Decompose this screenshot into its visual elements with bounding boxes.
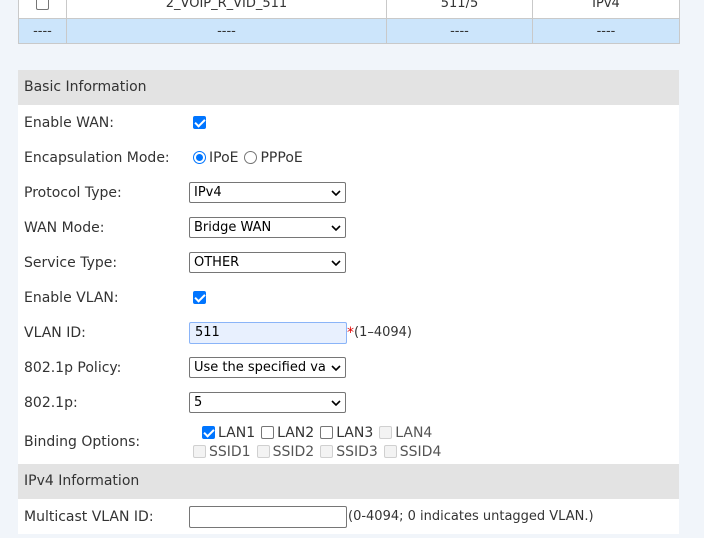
ssid3-label: SSID3	[336, 443, 378, 460]
wan-mode-label: WAN Mode:	[24, 219, 105, 236]
binding-ssid1: SSID1	[193, 444, 251, 460]
enable-wan-row: Enable WAN:	[18, 105, 679, 140]
chevron-down-icon	[327, 218, 345, 237]
binding-lan2[interactable]: LAN2	[261, 425, 314, 441]
table-row[interactable]: 2_VOIP_R_VID_511 511/5 IPv4	[18, 0, 680, 19]
chevron-down-icon	[327, 393, 345, 412]
8021p-row: 802.1p: 5	[18, 385, 679, 420]
wan-mode-row: WAN Mode: Bridge WAN	[18, 210, 679, 245]
enable-vlan-label: Enable VLAN:	[24, 289, 119, 306]
protocol-type-label: Protocol Type:	[24, 184, 122, 201]
placeholder-cell: ----	[386, 18, 533, 44]
placeholder-cell: ----	[66, 18, 387, 44]
encapsulation-ipoe-option[interactable]: IPoE	[193, 150, 238, 166]
pppoe-radio[interactable]	[244, 151, 258, 164]
ssid3-checkbox	[320, 445, 334, 458]
wan-name-cell: 2_VOIP_R_VID_511	[66, 0, 387, 19]
binding-ssid2: SSID2	[256, 443, 315, 460]
binding-options-label: Binding Options:	[24, 434, 141, 450]
lan1-checkbox[interactable]	[202, 426, 216, 439]
chevron-down-icon	[327, 183, 345, 202]
multicast-vlan-hint: (0-4094; 0 indicates untagged VLAN.)	[348, 509, 594, 524]
chevron-down-icon	[327, 358, 345, 377]
pppoe-label: PPPoE	[260, 149, 303, 166]
lan4-checkbox	[379, 426, 393, 439]
enable-vlan-checkbox[interactable]	[193, 291, 206, 304]
8021p-policy-row: 802.1p Policy: Use the specified value	[18, 350, 679, 385]
vlan-priority-cell: 511/5	[386, 0, 533, 19]
binding-ssid4: SSID4	[383, 443, 442, 460]
multicast-vlan-input[interactable]	[189, 505, 347, 528]
encapsulation-pppoe-option[interactable]: PPPoE	[244, 149, 303, 166]
8021p-select[interactable]: 5	[189, 392, 346, 413]
ssid4-label: SSID4	[399, 443, 442, 460]
multicast-vlan-label: Multicast VLAN ID:	[24, 508, 154, 525]
service-type-row: Service Type: OTHER	[18, 245, 679, 280]
8021p-policy-select[interactable]: Use the specified value	[189, 357, 346, 378]
wan-mode-value: Bridge WAN	[194, 220, 272, 235]
enable-wan-checkbox[interactable]	[193, 116, 206, 129]
basic-information-header: Basic Information	[18, 70, 679, 105]
ipoe-label: IPoE	[209, 149, 239, 166]
8021p-policy-value: Use the specified value	[194, 360, 327, 375]
service-type-label: Service Type:	[24, 254, 118, 271]
required-mark: *	[347, 324, 354, 341]
ssid1-label: SSID1	[209, 443, 251, 460]
enable-wan-label: Enable WAN:	[24, 114, 114, 131]
wan-list-table: 2_VOIP_R_VID_511 511/5 IPv4 ---- ---- --…	[18, 0, 680, 44]
lan3-label: LAN3	[336, 424, 374, 441]
lan2-label: LAN2	[277, 424, 315, 441]
placeholder-cell: ----	[18, 18, 67, 44]
lan2-checkbox[interactable]	[261, 426, 275, 439]
binding-lan1[interactable]: LAN1	[202, 425, 255, 441]
protocol-type-value: IPv4	[194, 185, 222, 200]
binding-lan4: LAN4	[379, 425, 432, 441]
encapsulation-row: Encapsulation Mode: IPoE PPPoE	[18, 140, 679, 175]
service-type-value: OTHER	[194, 255, 240, 270]
protocol-cell: IPv4	[532, 0, 680, 19]
ssid4-checkbox	[383, 445, 397, 458]
lan3-checkbox[interactable]	[320, 426, 334, 439]
vlan-id-label: VLAN ID:	[24, 324, 86, 341]
enable-vlan-row: Enable VLAN:	[18, 280, 679, 315]
vlan-id-row: VLAN ID: 511 * (1–4094)	[18, 315, 679, 350]
protocol-type-select[interactable]: IPv4	[189, 182, 346, 203]
protocol-type-row: Protocol Type: IPv4	[18, 175, 679, 210]
ipoe-radio[interactable]	[193, 151, 206, 164]
binding-options-row: Binding Options: LAN1 LAN2 LAN3 LAN4 SSI…	[18, 420, 679, 464]
placeholder-cell: ----	[532, 18, 680, 44]
table-row-new[interactable]: ---- ---- ---- ----	[18, 18, 680, 44]
wan-config-form: Basic Information Enable WAN: Encapsulat…	[18, 70, 679, 534]
ssid2-checkbox	[256, 445, 270, 458]
ipv4-information-header: IPv4 Information	[18, 464, 679, 499]
binding-ssid3: SSID3	[320, 444, 378, 460]
encapsulation-label: Encapsulation Mode:	[24, 149, 170, 166]
lan4-label: LAN4	[395, 424, 433, 441]
vlan-id-range-hint: (1–4094)	[354, 325, 412, 340]
row-select-checkbox[interactable]	[36, 0, 49, 10]
vlan-id-input[interactable]: 511	[189, 321, 347, 344]
8021p-label: 802.1p:	[24, 394, 78, 411]
binding-lan3[interactable]: LAN3	[320, 425, 373, 441]
lan1-label: LAN1	[218, 424, 256, 441]
ssid2-label: SSID2	[272, 443, 315, 460]
multicast-vlan-row: Multicast VLAN ID: (0-4094; 0 indicates …	[18, 499, 679, 534]
8021p-value: 5	[194, 395, 203, 410]
service-type-select[interactable]: OTHER	[189, 252, 346, 273]
chevron-down-icon	[327, 253, 345, 272]
wan-mode-select[interactable]: Bridge WAN	[189, 217, 346, 238]
8021p-policy-label: 802.1p Policy:	[24, 359, 122, 376]
row-select-cell[interactable]	[18, 0, 67, 19]
ssid1-checkbox	[193, 445, 206, 458]
